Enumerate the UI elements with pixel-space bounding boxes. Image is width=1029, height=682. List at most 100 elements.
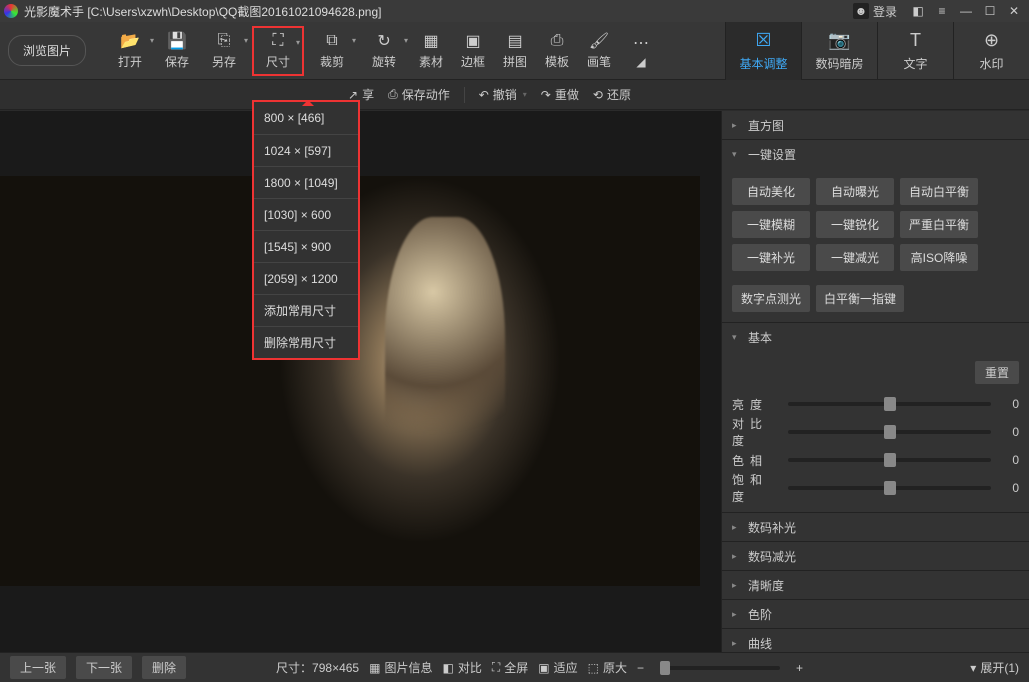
section-filllight[interactable]: ▸数码补光 bbox=[722, 513, 1029, 541]
maximize-button[interactable]: ☐ bbox=[979, 2, 1001, 20]
section-histogram[interactable]: ▸直方图 bbox=[722, 111, 1029, 139]
expand-panel-button[interactable]: ▾ 展开(1) bbox=[970, 659, 1019, 676]
saveas-icon: ⎘ bbox=[214, 31, 234, 51]
login-button[interactable]: ☻ 登录 bbox=[853, 3, 897, 20]
tool-open[interactable]: 📂 打开▾ bbox=[104, 26, 156, 76]
canvas[interactable] bbox=[0, 111, 721, 652]
btn-filllight[interactable]: 一键补光 bbox=[732, 244, 810, 271]
main-area: ▸直方图 ▾一键设置 自动美化 自动曝光 自动白平衡 一键模糊 一键锐化 严重白… bbox=[0, 111, 1029, 652]
tool-save[interactable]: 💾 保存 bbox=[156, 26, 198, 76]
delete-button[interactable]: 删除 bbox=[142, 656, 186, 679]
size-option[interactable]: [1030] × 600 bbox=[254, 198, 358, 230]
tool-crop[interactable]: ⧉ 裁剪▾ bbox=[306, 26, 358, 76]
tab-watermark[interactable]: ⊕ 水印 bbox=[953, 22, 1029, 80]
crop-icon: ⧉ bbox=[322, 31, 342, 51]
undo-button[interactable]: ↶撤销 bbox=[479, 86, 517, 103]
slider-contrast: 对比度 0 bbox=[732, 418, 1019, 446]
collage-icon: ▤ bbox=[505, 31, 525, 51]
save-action-button[interactable]: ⎙保存动作 bbox=[388, 86, 450, 103]
section-reducelight[interactable]: ▸数码减光 bbox=[722, 542, 1029, 570]
section-curves[interactable]: ▸曲线 bbox=[722, 629, 1029, 652]
settings-menu-button[interactable]: ≡ bbox=[931, 2, 953, 20]
contrast-slider[interactable] bbox=[788, 430, 991, 434]
title-bar: 光影魔术手 [C:\Users\xzwh\Desktop\QQ截图2016102… bbox=[0, 0, 1029, 22]
sub-toolbar: ↗享 ⎙保存动作 ↶撤销▾ ↷重做 ⟲还原 bbox=[0, 80, 1029, 110]
btn-auto-exposure[interactable]: 自动曝光 bbox=[816, 178, 894, 205]
restore-button[interactable]: ⟲还原 bbox=[593, 86, 631, 103]
template-icon: ⎙ bbox=[547, 31, 567, 51]
reset-button[interactable]: 重置 bbox=[975, 361, 1019, 384]
tab-darkroom[interactable]: 📷 数码暗房 bbox=[801, 22, 877, 80]
zoom-slider[interactable] bbox=[660, 666, 780, 670]
rotate-icon: ↻ bbox=[374, 31, 394, 51]
size-option[interactable]: [2059] × 1200 bbox=[254, 262, 358, 294]
prev-image-button[interactable]: 上一张 bbox=[10, 656, 66, 679]
size-option[interactable]: 1024 × [597] bbox=[254, 134, 358, 166]
skin-button[interactable]: ◧ bbox=[907, 2, 929, 20]
fit-button[interactable]: ▣ 适应 bbox=[538, 659, 577, 676]
zoom-in-icon[interactable]: + bbox=[796, 661, 803, 675]
btn-auto-whitebalance[interactable]: 自动白平衡 bbox=[900, 178, 978, 205]
orig-size-button[interactable]: ⬚ 原大 bbox=[588, 659, 627, 676]
tool-template[interactable]: ⎙ 模板 bbox=[536, 26, 578, 76]
login-label: 登录 bbox=[873, 3, 897, 20]
btn-blur[interactable]: 一键模糊 bbox=[732, 211, 810, 238]
right-tabs: ☒ 基本调整 📷 数码暗房 T 文字 ⊕ 水印 bbox=[725, 22, 1029, 80]
close-button[interactable]: ✕ bbox=[1003, 2, 1025, 20]
oneclick-grid: 自动美化 自动曝光 自动白平衡 一键模糊 一键锐化 严重白平衡 一键补光 一键减… bbox=[732, 178, 1019, 271]
tool-material[interactable]: ▦ 素材 bbox=[410, 26, 452, 76]
btn-auto-beautify[interactable]: 自动美化 bbox=[732, 178, 810, 205]
text-icon: T bbox=[905, 30, 927, 52]
resize-icon: ⛶ bbox=[268, 31, 288, 51]
section-oneclick[interactable]: ▾一键设置 bbox=[722, 140, 1029, 168]
fullscreen-button[interactable]: ⛶ 全屏 bbox=[492, 659, 528, 676]
tool-collage[interactable]: ▤ 拼图 bbox=[494, 26, 536, 76]
status-bar: 上一张 下一张 删除 尺寸：798×465 ▦ 图片信息 ◧ 对比 ⛶ 全屏 ▣… bbox=[0, 652, 1029, 682]
browse-images-button[interactable]: 浏览图片 bbox=[8, 35, 86, 66]
tab-basic-adjust[interactable]: ☒ 基本调整 bbox=[725, 22, 801, 80]
tool-size[interactable]: ⛶ 尺寸▾ bbox=[252, 26, 304, 76]
size-option[interactable]: 800 × [466] bbox=[254, 102, 358, 134]
section-clarity[interactable]: ▸清晰度 bbox=[722, 571, 1029, 599]
main-toolbar: 浏览图片 📂 打开▾ 💾 保存 ⎘ 另存▾ ⛶ 尺寸▾ ⧉ 裁剪▾ ↻ 旋转▾ … bbox=[0, 22, 1029, 80]
folder-open-icon: 📂 bbox=[120, 31, 140, 51]
app-logo-icon bbox=[4, 4, 18, 18]
tool-rotate[interactable]: ↻ 旋转▾ bbox=[358, 26, 410, 76]
hue-slider[interactable] bbox=[788, 458, 991, 462]
border-icon: ▣ bbox=[463, 31, 483, 51]
section-basic[interactable]: ▾基本 bbox=[722, 323, 1029, 351]
watermark-icon: ⊕ bbox=[981, 30, 1003, 52]
btn-reducelight[interactable]: 一键减光 bbox=[816, 244, 894, 271]
brightness-slider[interactable] bbox=[788, 402, 991, 406]
slider-hue: 色相 0 bbox=[732, 446, 1019, 474]
window-title: 光影魔术手 [C:\Users\xzwh\Desktop\QQ截图2016102… bbox=[24, 3, 382, 20]
brush-icon: 🖌 bbox=[589, 31, 609, 51]
tool-border[interactable]: ▣ 边框 bbox=[452, 26, 494, 76]
tool-more[interactable]: ⋯ ◢ bbox=[620, 26, 662, 76]
save-icon: 💾 bbox=[167, 31, 187, 51]
size-option[interactable]: 1800 × [1049] bbox=[254, 166, 358, 198]
del-size-option[interactable]: 删除常用尺寸 bbox=[254, 326, 358, 358]
btn-wb-picker[interactable]: 白平衡一指键 bbox=[816, 285, 904, 312]
image-info-button[interactable]: ▦ 图片信息 bbox=[369, 659, 432, 676]
btn-spot-meter[interactable]: 数字点测光 bbox=[732, 285, 810, 312]
tab-text[interactable]: T 文字 bbox=[877, 22, 953, 80]
slider-brightness: 亮度 0 bbox=[732, 390, 1019, 418]
camera-icon: 📷 bbox=[829, 30, 851, 52]
add-size-option[interactable]: 添加常用尺寸 bbox=[254, 294, 358, 326]
size-option[interactable]: [1545] × 900 bbox=[254, 230, 358, 262]
btn-sharpen[interactable]: 一键锐化 bbox=[816, 211, 894, 238]
redo-button[interactable]: ↷重做 bbox=[541, 86, 579, 103]
saturation-slider[interactable] bbox=[788, 486, 991, 490]
dimensions-label: 尺寸：798×465 bbox=[276, 659, 359, 676]
next-image-button[interactable]: 下一张 bbox=[76, 656, 132, 679]
compare-button[interactable]: ◧ 对比 bbox=[442, 659, 481, 676]
btn-iso-denoise[interactable]: 高ISO降噪 bbox=[900, 244, 978, 271]
tool-brush[interactable]: 🖌 画笔 bbox=[578, 26, 620, 76]
section-levels[interactable]: ▸色阶 bbox=[722, 600, 1029, 628]
slider-saturation: 饱和度 0 bbox=[732, 474, 1019, 502]
minimize-button[interactable]: — bbox=[955, 2, 977, 20]
btn-strong-wb[interactable]: 严重白平衡 bbox=[900, 211, 978, 238]
zoom-out-icon[interactable]: − bbox=[637, 661, 644, 675]
tool-saveas[interactable]: ⎘ 另存▾ bbox=[198, 26, 250, 76]
